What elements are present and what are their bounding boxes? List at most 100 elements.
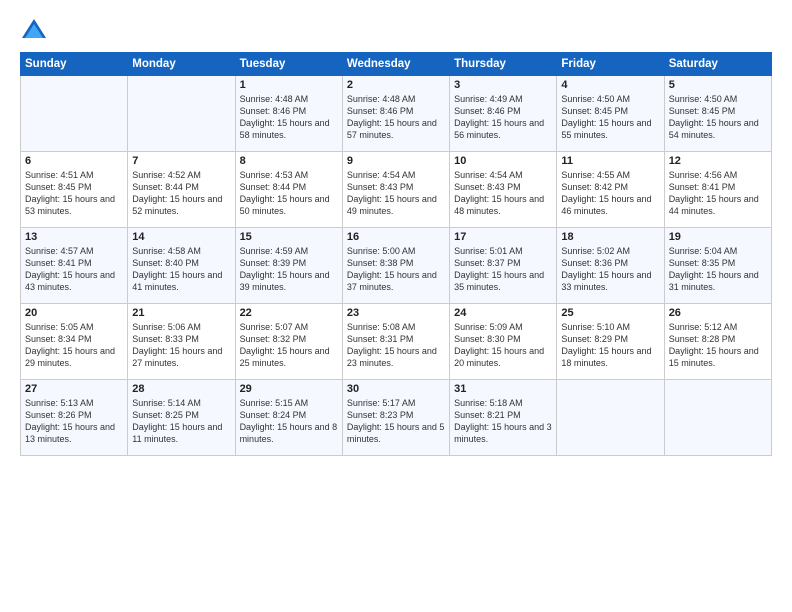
calendar-cell: 22 Sunrise: 5:07 AM Sunset: 8:32 PM Dayli… bbox=[235, 304, 342, 380]
day-info: Sunrise: 5:17 AM Sunset: 8:23 PM Dayligh… bbox=[347, 397, 445, 446]
calendar-cell: 30 Sunrise: 5:17 AM Sunset: 8:23 PM Dayli… bbox=[342, 380, 449, 456]
day-number: 29 bbox=[240, 383, 338, 395]
calendar-table: SundayMondayTuesdayWednesdayThursdayFrid… bbox=[20, 52, 772, 456]
calendar-week-4: 20 Sunrise: 5:05 AM Sunset: 8:34 PM Dayli… bbox=[21, 304, 772, 380]
day-info: Sunrise: 4:58 AM Sunset: 8:40 PM Dayligh… bbox=[132, 245, 230, 294]
calendar-cell bbox=[557, 380, 664, 456]
day-number: 5 bbox=[669, 79, 767, 91]
day-info: Sunrise: 5:08 AM Sunset: 8:31 PM Dayligh… bbox=[347, 321, 445, 370]
day-info: Sunrise: 5:10 AM Sunset: 8:29 PM Dayligh… bbox=[561, 321, 659, 370]
day-number: 19 bbox=[669, 231, 767, 243]
calendar-cell: 21 Sunrise: 5:06 AM Sunset: 8:33 PM Dayli… bbox=[128, 304, 235, 380]
day-number: 11 bbox=[561, 155, 659, 167]
day-number: 16 bbox=[347, 231, 445, 243]
day-number: 27 bbox=[25, 383, 123, 395]
day-number: 17 bbox=[454, 231, 552, 243]
day-number: 25 bbox=[561, 307, 659, 319]
day-info: Sunrise: 5:12 AM Sunset: 8:28 PM Dayligh… bbox=[669, 321, 767, 370]
day-number: 1 bbox=[240, 79, 338, 91]
calendar-cell bbox=[664, 380, 771, 456]
calendar-week-2: 6 Sunrise: 4:51 AM Sunset: 8:45 PM Daylig… bbox=[21, 152, 772, 228]
calendar-cell: 1 Sunrise: 4:48 AM Sunset: 8:46 PM Daylig… bbox=[235, 76, 342, 152]
day-info: Sunrise: 4:54 AM Sunset: 8:43 PM Dayligh… bbox=[347, 169, 445, 218]
calendar-cell bbox=[128, 76, 235, 152]
calendar-week-1: 1 Sunrise: 4:48 AM Sunset: 8:46 PM Daylig… bbox=[21, 76, 772, 152]
day-number: 7 bbox=[132, 155, 230, 167]
day-info: Sunrise: 5:09 AM Sunset: 8:30 PM Dayligh… bbox=[454, 321, 552, 370]
day-info: Sunrise: 4:55 AM Sunset: 8:42 PM Dayligh… bbox=[561, 169, 659, 218]
day-info: Sunrise: 4:59 AM Sunset: 8:39 PM Dayligh… bbox=[240, 245, 338, 294]
day-info: Sunrise: 4:51 AM Sunset: 8:45 PM Dayligh… bbox=[25, 169, 123, 218]
calendar-cell: 2 Sunrise: 4:48 AM Sunset: 8:46 PM Daylig… bbox=[342, 76, 449, 152]
header-cell-thursday: Thursday bbox=[450, 53, 557, 76]
calendar-cell: 7 Sunrise: 4:52 AM Sunset: 8:44 PM Daylig… bbox=[128, 152, 235, 228]
calendar-cell: 23 Sunrise: 5:08 AM Sunset: 8:31 PM Dayli… bbox=[342, 304, 449, 380]
day-info: Sunrise: 4:48 AM Sunset: 8:46 PM Dayligh… bbox=[240, 93, 338, 142]
day-number: 31 bbox=[454, 383, 552, 395]
calendar-cell: 31Sunrise: 5:18 AM Sunset: 8:21 PM Dayli… bbox=[450, 380, 557, 456]
day-info: Sunrise: 5:02 AM Sunset: 8:36 PM Dayligh… bbox=[561, 245, 659, 294]
day-info: Sunrise: 4:53 AM Sunset: 8:44 PM Dayligh… bbox=[240, 169, 338, 218]
calendar-cell: 4Sunrise: 4:50 AM Sunset: 8:45 PM Daylig… bbox=[557, 76, 664, 152]
day-number: 21 bbox=[132, 307, 230, 319]
calendar-cell: 27 Sunrise: 5:13 AM Sunset: 8:26 PM Dayli… bbox=[21, 380, 128, 456]
day-number: 10 bbox=[454, 155, 552, 167]
day-number: 20 bbox=[25, 307, 123, 319]
day-number: 26 bbox=[669, 307, 767, 319]
calendar-week-3: 13Sunrise: 4:57 AM Sunset: 8:41 PM Dayli… bbox=[21, 228, 772, 304]
day-number: 9 bbox=[347, 155, 445, 167]
calendar-header: SundayMondayTuesdayWednesdayThursdayFrid… bbox=[21, 53, 772, 76]
calendar-cell: 20 Sunrise: 5:05 AM Sunset: 8:34 PM Dayli… bbox=[21, 304, 128, 380]
header-row: SundayMondayTuesdayWednesdayThursdayFrid… bbox=[21, 53, 772, 76]
day-number: 3 bbox=[454, 79, 552, 91]
header-cell-wednesday: Wednesday bbox=[342, 53, 449, 76]
day-info: Sunrise: 4:54 AM Sunset: 8:43 PM Dayligh… bbox=[454, 169, 552, 218]
day-number: 22 bbox=[240, 307, 338, 319]
calendar-cell: 29Sunrise: 5:15 AM Sunset: 8:24 PM Dayli… bbox=[235, 380, 342, 456]
calendar-cell: 8Sunrise: 4:53 AM Sunset: 8:44 PM Daylig… bbox=[235, 152, 342, 228]
day-number: 15 bbox=[240, 231, 338, 243]
header-cell-monday: Monday bbox=[128, 53, 235, 76]
calendar-cell: 24 Sunrise: 5:09 AM Sunset: 8:30 PM Dayli… bbox=[450, 304, 557, 380]
day-number: 28 bbox=[132, 383, 230, 395]
day-number: 23 bbox=[347, 307, 445, 319]
calendar-cell: 18 Sunrise: 5:02 AM Sunset: 8:36 PM Dayli… bbox=[557, 228, 664, 304]
day-number: 30 bbox=[347, 383, 445, 395]
calendar-cell: 6 Sunrise: 4:51 AM Sunset: 8:45 PM Daylig… bbox=[21, 152, 128, 228]
header-cell-tuesday: Tuesday bbox=[235, 53, 342, 76]
day-info: Sunrise: 5:06 AM Sunset: 8:33 PM Dayligh… bbox=[132, 321, 230, 370]
calendar-cell: 9 Sunrise: 4:54 AM Sunset: 8:43 PM Daylig… bbox=[342, 152, 449, 228]
day-info: Sunrise: 4:50 AM Sunset: 8:45 PM Dayligh… bbox=[561, 93, 659, 142]
calendar-week-5: 27 Sunrise: 5:13 AM Sunset: 8:26 PM Dayli… bbox=[21, 380, 772, 456]
calendar-cell: 3Sunrise: 4:49 AM Sunset: 8:46 PM Daylig… bbox=[450, 76, 557, 152]
calendar-cell: 17 Sunrise: 5:01 AM Sunset: 8:37 PM Dayli… bbox=[450, 228, 557, 304]
calendar-cell: 28 Sunrise: 5:14 AM Sunset: 8:25 PM Dayli… bbox=[128, 380, 235, 456]
calendar-cell: 19 Sunrise: 5:04 AM Sunset: 8:35 PM Dayli… bbox=[664, 228, 771, 304]
calendar-cell: 26 Sunrise: 5:12 AM Sunset: 8:28 PM Dayli… bbox=[664, 304, 771, 380]
calendar-body: 1 Sunrise: 4:48 AM Sunset: 8:46 PM Daylig… bbox=[21, 76, 772, 456]
calendar-cell: 13Sunrise: 4:57 AM Sunset: 8:41 PM Dayli… bbox=[21, 228, 128, 304]
day-info: Sunrise: 4:50 AM Sunset: 8:45 PM Dayligh… bbox=[669, 93, 767, 142]
day-number: 18 bbox=[561, 231, 659, 243]
day-number: 12 bbox=[669, 155, 767, 167]
day-number: 13 bbox=[25, 231, 123, 243]
calendar-cell bbox=[21, 76, 128, 152]
day-info: Sunrise: 4:52 AM Sunset: 8:44 PM Dayligh… bbox=[132, 169, 230, 218]
day-info: Sunrise: 5:01 AM Sunset: 8:37 PM Dayligh… bbox=[454, 245, 552, 294]
day-number: 24 bbox=[454, 307, 552, 319]
header bbox=[20, 16, 772, 44]
day-number: 2 bbox=[347, 79, 445, 91]
day-number: 14 bbox=[132, 231, 230, 243]
day-info: Sunrise: 5:14 AM Sunset: 8:25 PM Dayligh… bbox=[132, 397, 230, 446]
calendar-cell: 25 Sunrise: 5:10 AM Sunset: 8:29 PM Dayli… bbox=[557, 304, 664, 380]
day-info: Sunrise: 5:04 AM Sunset: 8:35 PM Dayligh… bbox=[669, 245, 767, 294]
day-number: 6 bbox=[25, 155, 123, 167]
day-info: Sunrise: 4:48 AM Sunset: 8:46 PM Dayligh… bbox=[347, 93, 445, 142]
header-cell-saturday: Saturday bbox=[664, 53, 771, 76]
logo-icon bbox=[20, 16, 48, 44]
day-info: Sunrise: 5:07 AM Sunset: 8:32 PM Dayligh… bbox=[240, 321, 338, 370]
day-info: Sunrise: 5:05 AM Sunset: 8:34 PM Dayligh… bbox=[25, 321, 123, 370]
calendar-cell: 12Sunrise: 4:56 AM Sunset: 8:41 PM Dayli… bbox=[664, 152, 771, 228]
calendar-cell: 5 Sunrise: 4:50 AM Sunset: 8:45 PM Daylig… bbox=[664, 76, 771, 152]
day-info: Sunrise: 5:13 AM Sunset: 8:26 PM Dayligh… bbox=[25, 397, 123, 446]
